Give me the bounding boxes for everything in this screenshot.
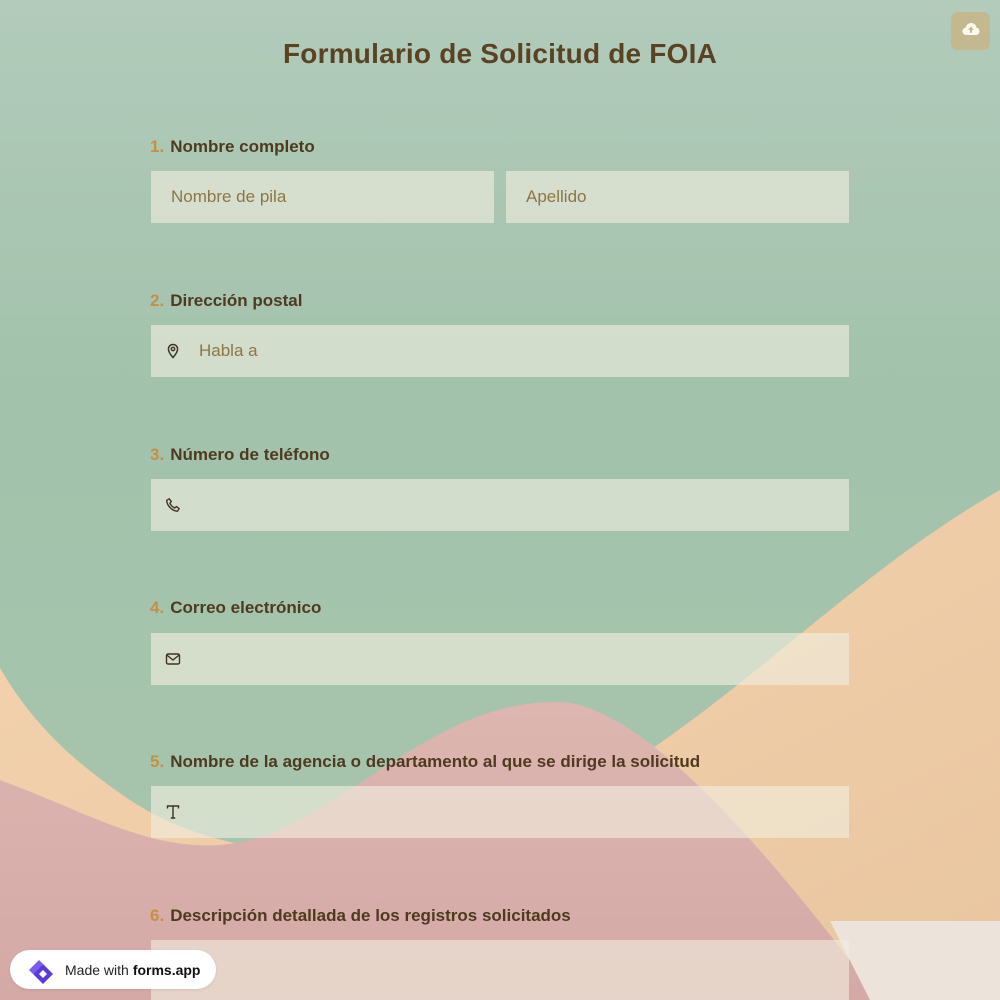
question-number: 5. (150, 752, 165, 771)
phone-input[interactable] (151, 479, 849, 531)
form-title: Formulario de Solicitud de FOIA (282, 38, 717, 69)
first-name-placeholder: Nombre de pila (171, 187, 287, 206)
question-text: Nombre de la agencia o departamento al q… (170, 752, 701, 771)
question-label-description: 6. Descripción detallada de los registros… (150, 906, 571, 926)
question-text: Correo electrónico (170, 598, 322, 617)
made-with-formsapp-badge[interactable]: Made with forms.app (10, 950, 216, 989)
question-label-agency: 5. Nombre de la agencia o departamento al… (150, 752, 700, 772)
question-text: Descripción detallada de los registros s… (170, 906, 571, 925)
postal-address-input[interactable]: Habla a (151, 325, 849, 377)
agency-input[interactable] (151, 786, 849, 838)
text-t-icon (165, 804, 181, 820)
location-pin-icon (165, 343, 181, 359)
question-number: 2. (150, 291, 165, 310)
phone-icon (165, 497, 181, 513)
question-text: Nombre completo (170, 137, 315, 156)
question-number: 6. (150, 906, 165, 925)
badge-brand: forms.app (132, 961, 201, 978)
description-textarea[interactable] (151, 940, 849, 1000)
question-label-full-name: 1. Nombre completo (150, 137, 315, 157)
question-label-email: 4. Correo electrónico (150, 598, 321, 618)
question-label-postal-address: 2. Dirección postal (150, 291, 302, 311)
envelope-icon (165, 651, 181, 667)
question-number: 1. (150, 137, 165, 156)
email-input[interactable] (151, 633, 849, 685)
badge-prefix: Made with (65, 961, 129, 978)
question-label-phone: 3. Número de teléfono (150, 445, 330, 465)
last-name-placeholder: Apellido (526, 187, 587, 206)
postal-address-placeholder: Habla a (199, 341, 258, 360)
form-page: Formulario de Solicitud de FOIA 1. Nombre… (0, 0, 1000, 1000)
first-name-input[interactable]: Nombre de pila (151, 171, 494, 223)
question-number: 4. (150, 598, 165, 617)
question-text: Número de teléfono (170, 445, 330, 464)
question-text: Dirección postal (170, 291, 303, 310)
question-number: 3. (150, 445, 165, 464)
last-name-input[interactable]: Apellido (506, 171, 849, 223)
formsapp-logo-icon (19, 954, 59, 986)
